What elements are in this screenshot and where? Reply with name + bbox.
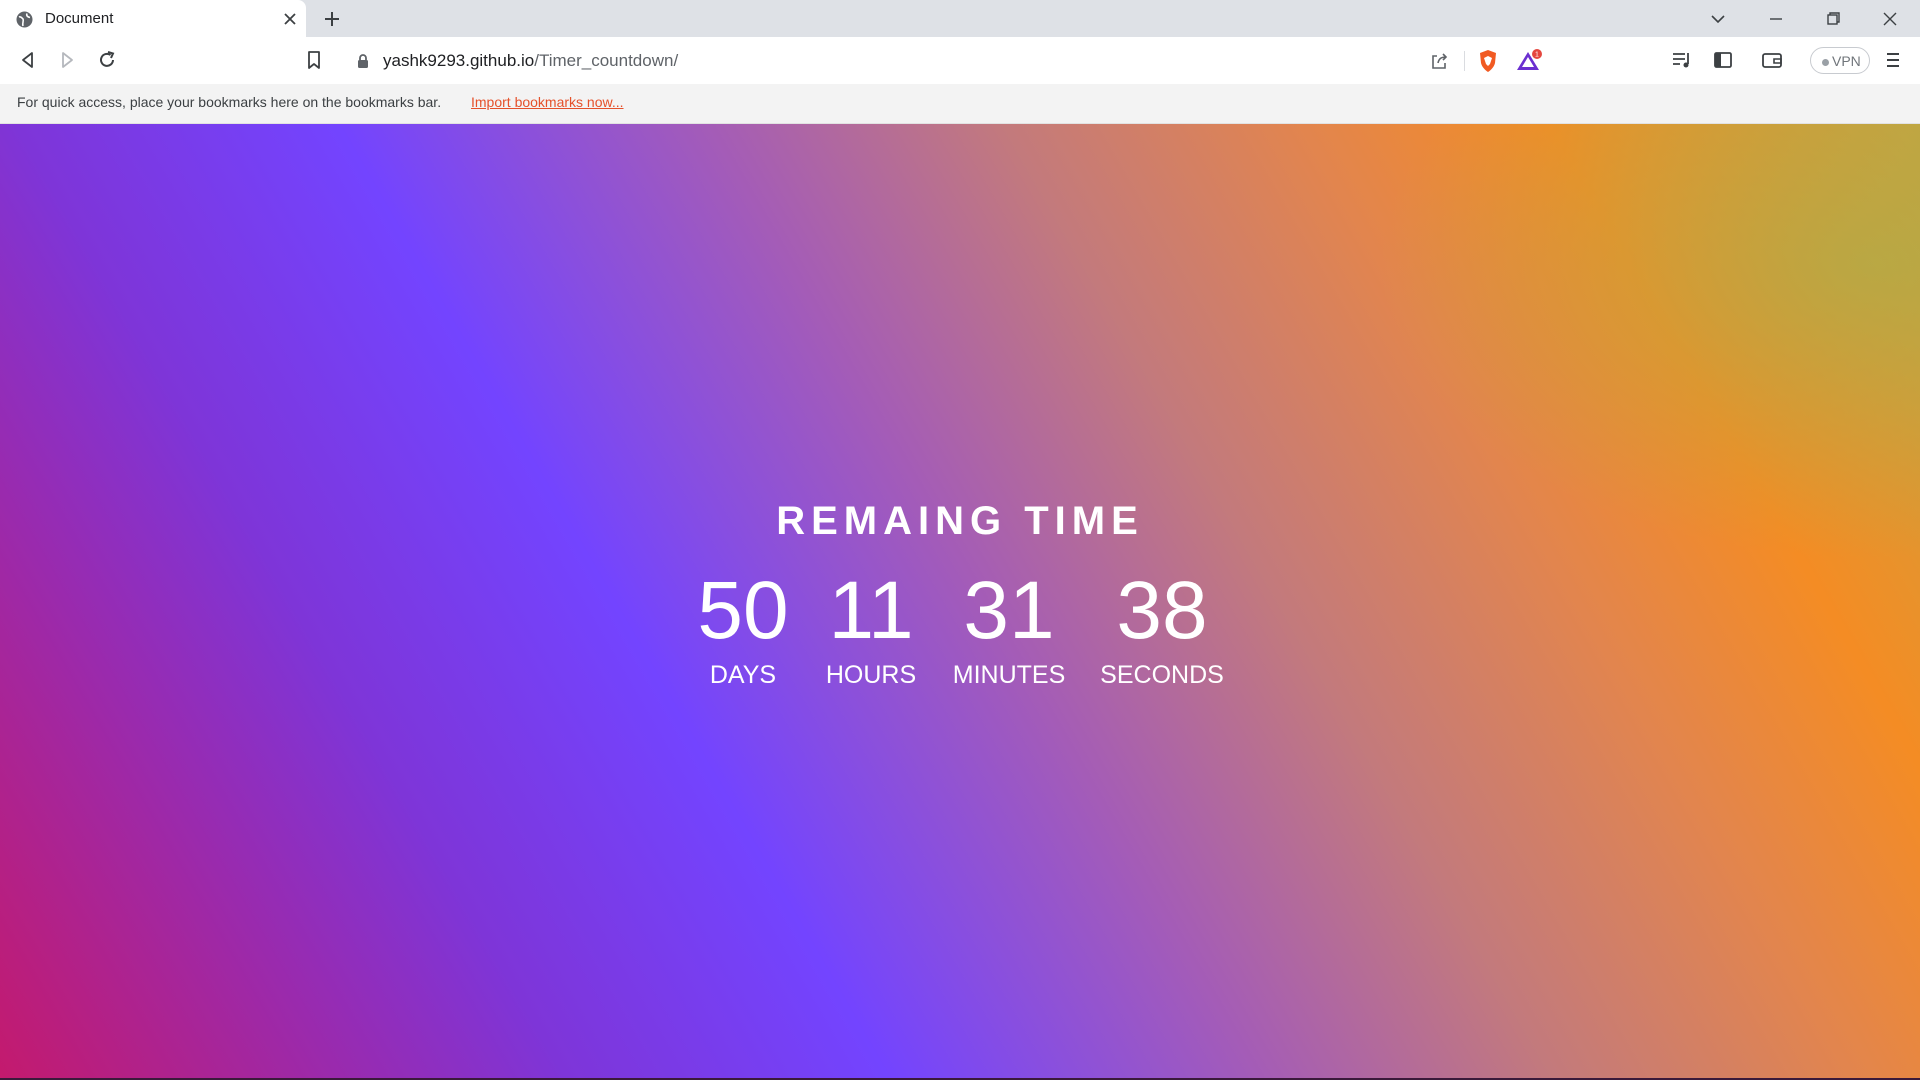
vpn-status-icon — [1822, 59, 1829, 66]
new-tab-icon[interactable] — [320, 7, 344, 31]
close-window-icon[interactable] — [1877, 6, 1903, 32]
reload-icon[interactable] — [94, 47, 120, 73]
url-path: /Timer_countdown/ — [534, 51, 679, 70]
url-text[interactable]: yashk9293.github.io/Timer_countdown/ — [383, 51, 678, 71]
browser-toolbar: yashk9293.github.io/Timer_countdown/ 1 V… — [0, 37, 1920, 84]
seconds-value: 38 — [1116, 565, 1208, 656]
close-tab-icon[interactable] — [280, 9, 300, 29]
countdown-hours: 11 HOURS — [801, 564, 941, 690]
minutes-label: MINUTES — [952, 661, 1066, 689]
import-bookmarks-link[interactable]: Import bookmarks now... — [471, 94, 624, 110]
minimize-icon[interactable] — [1763, 6, 1789, 32]
url-host: yashk9293.github.io — [383, 51, 535, 70]
omnibox-divider — [1464, 51, 1465, 71]
restore-icon[interactable] — [1820, 6, 1846, 32]
menu-icon[interactable] — [1880, 47, 1906, 73]
tab-title: Document — [45, 10, 114, 27]
brave-shields-icon[interactable] — [1475, 48, 1501, 74]
seconds-label: SECONDS — [1100, 661, 1224, 689]
globe-icon — [16, 11, 33, 28]
bookmark-icon[interactable] — [301, 47, 327, 73]
sidebar-icon[interactable] — [1710, 47, 1736, 73]
minutes-value: 31 — [963, 565, 1055, 656]
brave-rewards-icon[interactable]: 1 — [1516, 48, 1542, 74]
tab-strip: Document — [0, 0, 1920, 37]
lock-icon[interactable] — [356, 53, 370, 69]
days-label: DAYS — [709, 661, 777, 689]
playlist-icon[interactable] — [1669, 47, 1695, 73]
address-bar[interactable]: yashk9293.github.io/Timer_countdown/ 1 — [342, 43, 1554, 78]
countdown-heading: REMAING TIME — [776, 499, 1144, 543]
bookmarks-bar: For quick access, place your bookmarks h… — [0, 84, 1920, 124]
vpn-button[interactable]: VPN — [1810, 47, 1870, 74]
vpn-label: VPN — [1832, 53, 1861, 69]
countdown-days: 50 DAYS — [673, 564, 813, 690]
rewards-badge-count: 1 — [1535, 52, 1539, 59]
share-icon[interactable] — [1426, 48, 1452, 74]
tab-document[interactable]: Document — [0, 0, 306, 37]
hours-value: 11 — [828, 565, 914, 656]
page-content: REMAING TIME 50 DAYS 11 HOURS 31 MINUTES… — [0, 124, 1920, 1080]
countdown-minutes: 31 MINUTES — [939, 564, 1079, 690]
forward-icon[interactable] — [54, 47, 80, 73]
days-value: 50 — [697, 565, 789, 656]
back-icon[interactable] — [15, 47, 41, 73]
countdown-seconds: 38 SECONDS — [1092, 564, 1232, 690]
bookmarks-bar-message: For quick access, place your bookmarks h… — [17, 94, 442, 110]
tab-search-chevron-icon[interactable] — [1705, 6, 1731, 32]
hours-label: HOURS — [825, 661, 917, 689]
wallet-icon[interactable] — [1759, 47, 1785, 73]
